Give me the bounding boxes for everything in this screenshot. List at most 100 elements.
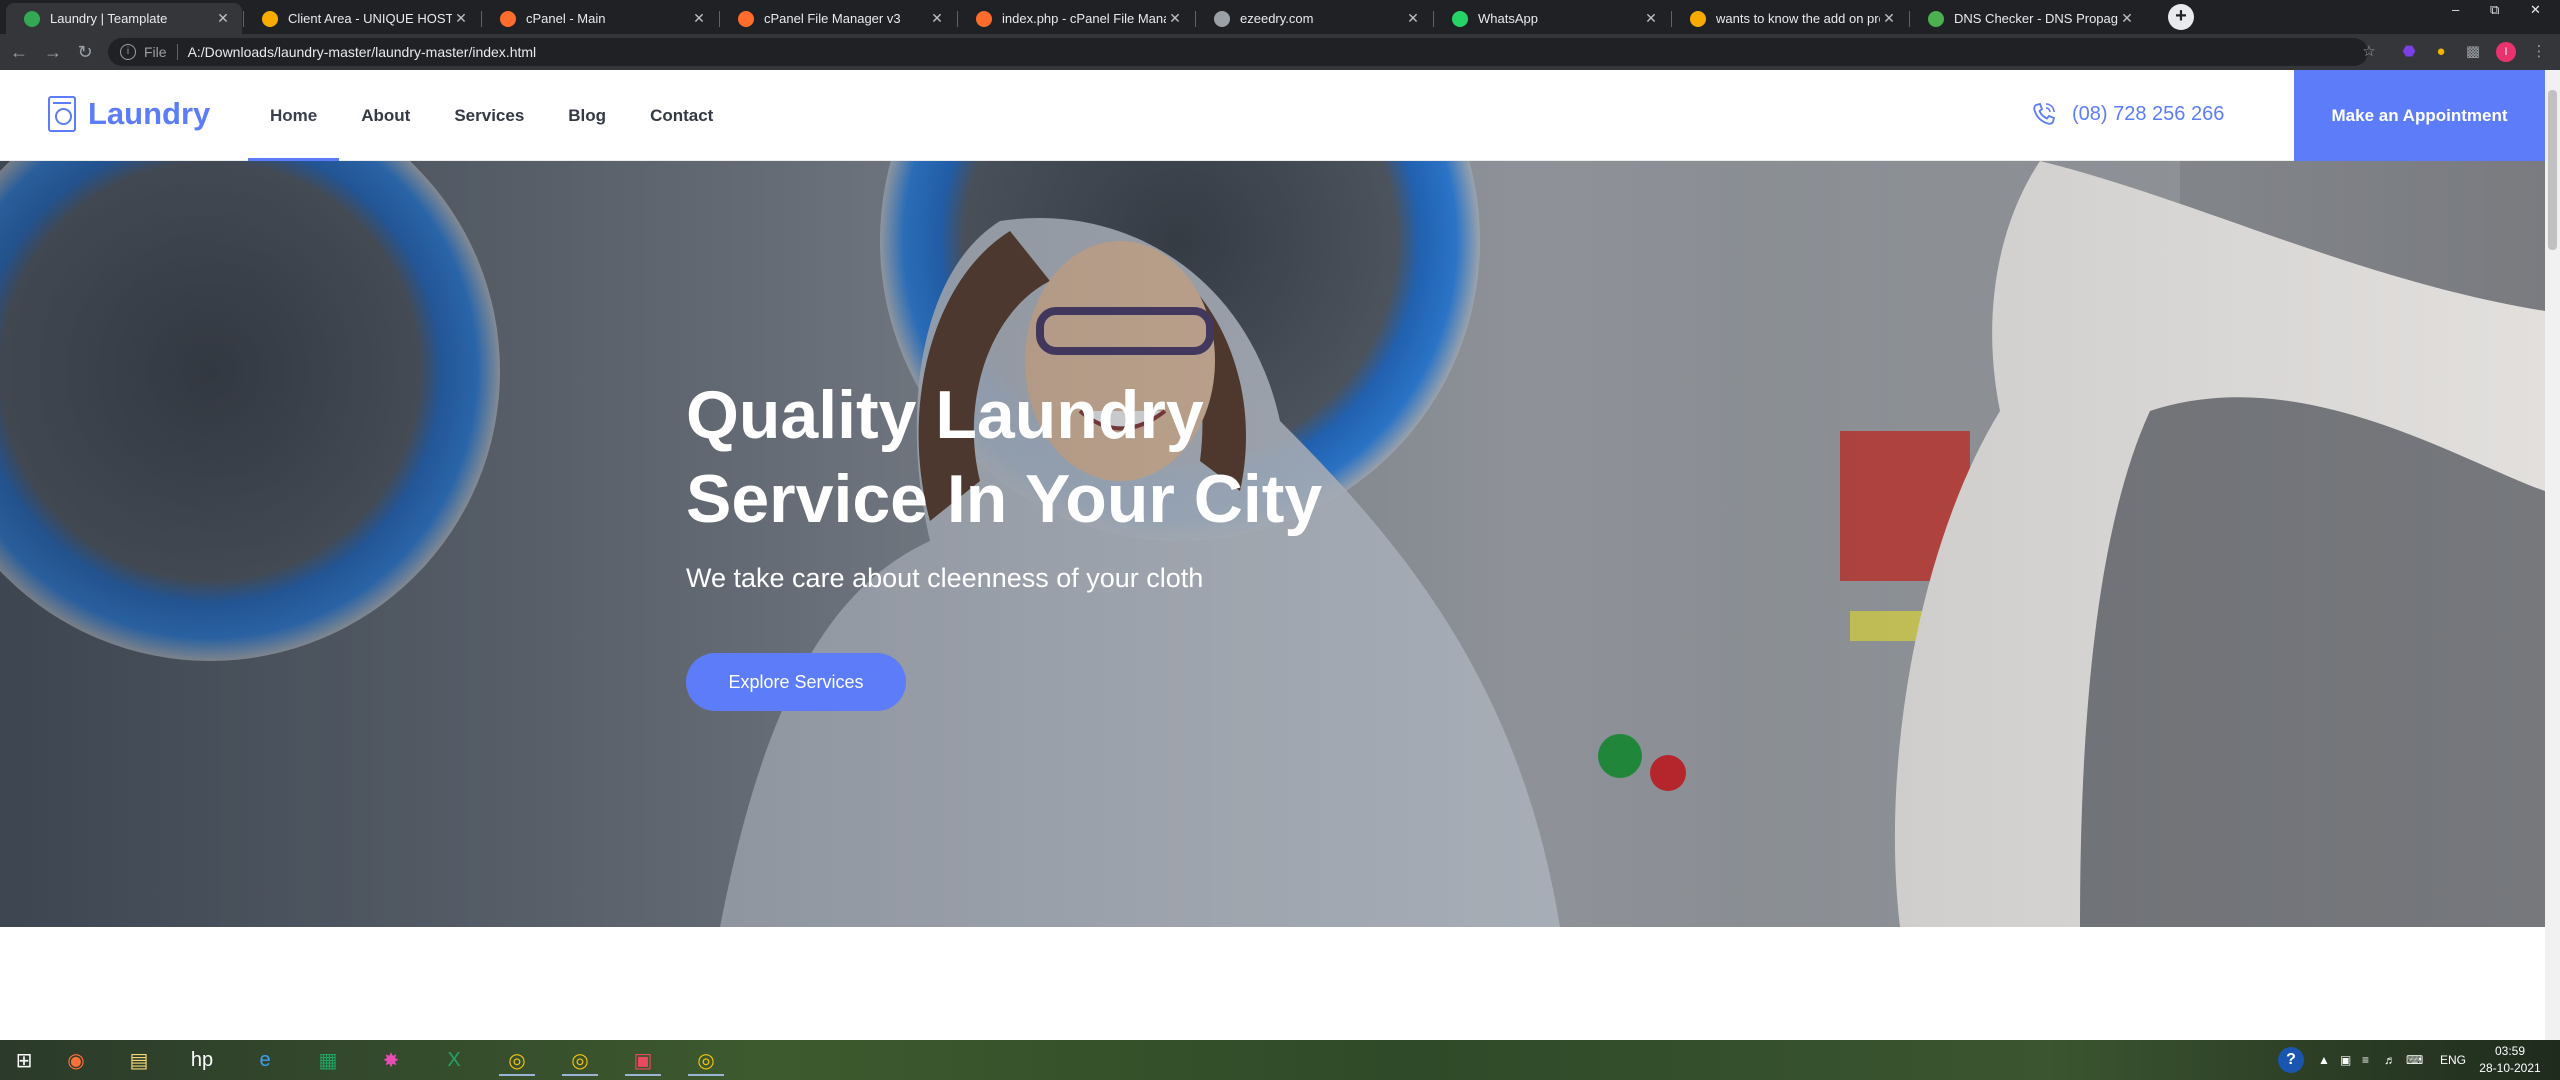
new-tab-button[interactable]: + [2168,4,2194,30]
start-icon[interactable]: ⊞ [0,1044,48,1076]
tab-separator [243,11,244,27]
keyboard-icon[interactable]: ⌨ [2406,1040,2423,1080]
clock-time: 03:59 [2494,1044,2526,1058]
browser-tab[interactable]: Laundry | Teamplate ✕ [6,3,242,34]
tab-title: WhatsApp [1478,11,1538,26]
minimize-icon[interactable]: – [2452,2,2459,17]
tab-close-icon[interactable]: ✕ [1880,10,1898,27]
restore-icon[interactable]: ⧉ [2490,2,2499,18]
nav-item-about[interactable]: About [339,70,432,161]
hero-banner: Quality Laundry Service In Your City We … [0,161,2545,927]
hero-title: Quality Laundry Service In Your City [686,373,1446,541]
extensions-puzzle-icon[interactable]: ▩ [2464,43,2482,61]
tab-separator [1909,11,1910,27]
help-icon[interactable]: ? [2278,1047,2304,1073]
forward-icon[interactable]: → [42,41,64,63]
logo-text: Laundry [88,96,211,131]
browser-tab-strip: Laundry | Teamplate ✕ Client Area - UNIQUE… [0,0,2560,34]
browser-tab[interactable]: cPanel File Manager v3 ✕ [720,3,956,34]
tab-close-icon[interactable]: ✕ [1404,10,1422,27]
explore-services-button[interactable]: Explore Services [686,653,906,711]
chrome-icon[interactable]: ◎ [556,1044,604,1076]
browser-tab[interactable]: Client Area - UNIQUE HOSTING I✕ [244,3,480,34]
close-window-icon[interactable]: ✕ [2530,2,2541,18]
paint-icon[interactable]: ✸ [367,1044,415,1076]
excel-icon[interactable]: X [430,1044,478,1076]
tab-title: cPanel File Manager v3 [764,11,901,26]
sheets-icon[interactable]: ▦ [304,1044,352,1076]
tab-separator [957,11,958,27]
browser-tab[interactable]: WhatsApp ✕ [1434,3,1670,34]
extension-hexagon-icon[interactable]: ⬣ [2400,43,2418,61]
chrome-icon[interactable]: ◎ [682,1044,730,1076]
tab-close-icon[interactable]: ✕ [214,10,232,27]
nav-item-services[interactable]: Services [432,70,546,161]
washing-machine-icon [48,96,76,132]
tab-separator [1433,11,1434,27]
bookmark-star-icon[interactable]: ☆ [2360,43,2378,61]
clock-date: 28-10-2021 [2479,1061,2541,1075]
tab-close-icon[interactable]: ✕ [1642,10,1660,27]
tab-title: cPanel - Main [526,11,606,26]
tray-expand-icon[interactable]: ▲ [2318,1040,2330,1080]
site-logo[interactable]: Laundry [48,96,210,132]
tab-close-icon[interactable]: ✕ [1166,10,1184,27]
tab-title: index.php - cPanel File Manager [1002,11,1166,26]
hosting-favicon [1690,10,1706,27]
address-url[interactable]: A:/Downloads/laundry-master/laundry-mast… [188,44,537,60]
hero-subtitle: We take care about cleenness of your clo… [686,563,1204,593]
site-info-icon[interactable]: i [120,44,136,60]
tray-app-icon[interactable]: ▣ [2340,1040,2351,1080]
hero-title-line2: Service In Your City [686,461,1323,537]
tab-close-icon[interactable]: ✕ [690,10,708,27]
firefox-icon[interactable]: ◉ [52,1044,100,1076]
cpanel-favicon [976,10,992,27]
header-phone[interactable]: (08) 728 256 266 [2030,100,2224,128]
chrome-icon[interactable]: ◎ [493,1044,541,1076]
hp-icon[interactable]: hp [178,1044,226,1076]
volume-icon[interactable]: ♬ [2384,1040,2396,1080]
browser-tab[interactable]: wants to know the add on proce✕ [1672,3,1908,34]
browser-menu-icon[interactable]: ⋮ [2530,43,2548,61]
tab-title: Laundry | Teamplate [50,11,168,26]
tab-title: ezeedry.com [1240,11,1314,26]
nav-item-home[interactable]: Home [248,70,340,161]
address-divider [176,44,178,60]
cpanel-favicon [500,10,516,27]
hero-title-line1: Quality Laundry [686,377,1204,453]
tab-close-icon[interactable]: ✕ [2118,10,2136,27]
taskbar-clock[interactable]: 03:59 28-10-2021 [2470,1043,2550,1077]
internet-explorer-icon[interactable]: e [241,1044,289,1076]
language-indicator[interactable]: ENG [2440,1040,2466,1080]
scrollbar-thumb[interactable] [2548,90,2557,250]
web-page: Laundry Home About Services Blog Contact (08… [0,70,2545,1040]
main-nav: Home About Services Blog Contact [248,70,735,161]
reload-icon[interactable]: ↻ [74,41,96,63]
back-icon[interactable]: ← [8,41,30,63]
phone-icon [2033,102,2056,125]
hero-overlay [0,161,2545,927]
tab-separator [1671,11,1672,27]
extension-lamp-icon[interactable]: ● [2432,43,2450,61]
page-scrollbar[interactable] [2545,70,2560,1040]
make-appointment-button[interactable]: Make an Appointment [2294,70,2545,161]
browser-tab[interactable]: index.php - cPanel File Manager✕ [958,3,1194,34]
nav-item-contact[interactable]: Contact [628,70,735,161]
browser-tab[interactable]: DNS Checker - DNS Propagation✕ [1910,3,2146,34]
browser-tab[interactable]: ezeedry.com ✕ [1196,3,1432,34]
file-explorer-icon[interactable]: ▤ [115,1044,163,1076]
tab-close-icon[interactable]: ✕ [452,10,470,27]
nav-item-blog[interactable]: Blog [546,70,628,161]
address-bar[interactable]: i File A:/Downloads/laundry-master/laund… [108,38,2368,66]
tab-title: DNS Checker - DNS Propagation [1954,11,2118,26]
site-header: Laundry Home About Services Blog Contact (08… [0,70,2545,161]
whatsapp-favicon [1452,10,1468,27]
tab-separator [1195,11,1196,27]
dns-favicon [1928,10,1944,27]
browser-tab[interactable]: cPanel - Main ✕ [482,3,718,34]
network-icon[interactable]: ≡ [2362,1040,2369,1080]
browser-toolbar: ← → ↻ i File A:/Downloads/laundry-master… [0,34,2560,70]
profile-avatar[interactable]: I [2496,42,2516,62]
tab-close-icon[interactable]: ✕ [928,10,946,27]
media-icon[interactable]: ▣ [619,1044,667,1076]
